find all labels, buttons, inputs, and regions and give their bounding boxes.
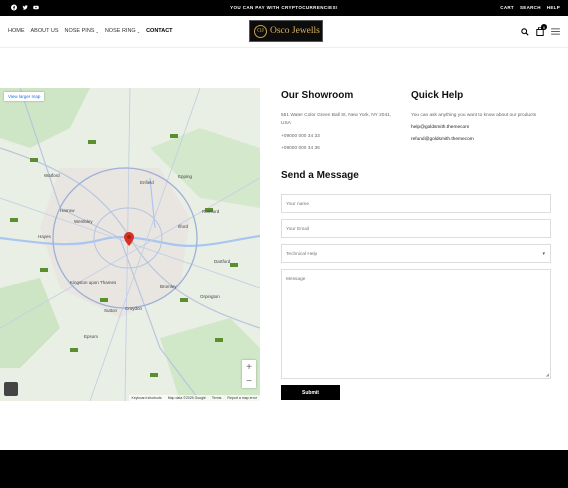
announcement-bar: YOU CAN PAY WITH CRYPTOCURRENCIES! CART … <box>0 0 568 16</box>
map-label: Epping <box>178 174 193 179</box>
street-view-icon[interactable] <box>4 382 18 396</box>
send-message-title: Send a Message <box>281 170 359 181</box>
top-link-cart[interactable]: CART <box>500 5 514 10</box>
header-icons: 0 <box>521 24 560 36</box>
map-label: Harrow <box>60 208 75 213</box>
terms-link[interactable]: Terms <box>212 396 222 400</box>
map-label: Ilford <box>178 224 189 229</box>
map-data-text: Map data ©2025 Google <box>167 396 206 400</box>
keyboard-shortcuts-link[interactable]: Keyboard shortcuts <box>132 396 162 400</box>
showroom-address: 551 Water Color Green Ball St, New York,… <box>281 113 392 126</box>
quick-help-title: Quick Help <box>411 90 464 101</box>
showroom-phone-2[interactable]: +09000 000 34 36 <box>281 145 320 153</box>
zoom-out-button[interactable]: − <box>242 374 256 388</box>
google-map[interactable]: Watford Harrow Wembley Hayes Romford Cro… <box>0 88 260 401</box>
map-label: Enfield <box>140 180 154 185</box>
map-label: Sutton <box>104 308 118 313</box>
report-error-link[interactable]: Report a map error <box>227 396 257 400</box>
top-link-search[interactable]: SEARCH <box>520 5 541 10</box>
showroom-phone-1[interactable]: +09000 000 34 33 <box>281 133 320 141</box>
menu-icon[interactable] <box>551 28 560 35</box>
nav-label: HOME <box>8 28 25 34</box>
bag-icon[interactable]: 0 <box>536 24 547 36</box>
subject-selected-value: Technical Help <box>286 252 318 257</box>
chevron-down-icon: ⌄ <box>95 28 99 34</box>
site-logo[interactable]: OJ Osco Jewells <box>249 20 323 42</box>
top-link-help[interactable]: HELP <box>547 5 560 10</box>
main-nav: HOME ABOUT US NOSE PINS ⌄ NOSE RING ⌄ CONT… <box>8 28 173 34</box>
map-label: Bromley <box>160 284 177 289</box>
map-label: Romford <box>202 209 220 214</box>
nav-label: ABOUT US <box>30 28 59 34</box>
email-input[interactable]: Your Email <box>281 219 551 238</box>
nav-item-home[interactable]: HOME <box>8 28 25 34</box>
logo-mark: OJ <box>254 24 267 38</box>
nav-label: CONTACT <box>146 28 173 34</box>
map-attribution: Keyboard shortcuts Map data ©2025 Google… <box>128 395 260 401</box>
message-placeholder: Message <box>286 277 306 282</box>
map-label: Watford <box>44 173 60 178</box>
map-label: Kingston upon Thames <box>70 280 117 285</box>
subject-select[interactable]: Technical Help ▾ <box>281 244 551 263</box>
nav-item-contact[interactable]: CONTACT <box>146 28 172 34</box>
help-email-link[interactable]: help@goldsmith.themecom <box>411 124 469 132</box>
site-header: HOME ABOUT US NOSE PINS ⌄ NOSE RING ⌄ CONT… <box>0 16 568 48</box>
top-links: CART SEARCH HELP <box>500 5 560 10</box>
map-label: Hayes <box>38 234 52 239</box>
resize-handle-icon[interactable]: ◢ <box>546 372 549 377</box>
nav-item-nose-ring[interactable]: NOSE RING ⌄ <box>105 28 140 34</box>
map-label: Orpington <box>200 294 220 299</box>
search-icon[interactable] <box>521 27 529 36</box>
message-textarea[interactable]: Message ◢ <box>281 269 551 379</box>
nav-item-about-us[interactable]: ABOUT US <box>31 28 59 34</box>
logo-text: Osco Jewells <box>270 26 320 36</box>
view-larger-map-link[interactable]: View larger map <box>4 92 45 101</box>
map-zoom-controls: + − <box>242 360 256 388</box>
map-label: Epsom <box>84 334 98 339</box>
name-input[interactable]: Your name <box>281 194 551 213</box>
chevron-down-icon: ▾ <box>542 251 545 257</box>
refund-email-link[interactable]: refund@goldsmith.themecom <box>411 136 474 144</box>
submit-button[interactable]: Submit <box>281 385 340 400</box>
chevron-down-icon: ⌄ <box>136 28 141 34</box>
map-label: Wembley <box>74 219 93 224</box>
map-label: Dartford <box>214 259 231 264</box>
promo-text: YOU CAN PAY WITH CRYPTOCURRENCIES! <box>230 5 338 10</box>
map-label: Croydon <box>125 306 143 311</box>
map-pin-icon[interactable] <box>124 232 134 251</box>
nav-label: NOSE RING <box>104 28 136 34</box>
zoom-in-button[interactable]: + <box>242 360 256 374</box>
nav-item-nose-pins[interactable]: NOSE PINS ⌄ <box>65 28 99 34</box>
cart-count-badge: 0 <box>541 24 547 30</box>
nav-label: NOSE PINS <box>64 28 95 34</box>
showroom-title: Our Showroom <box>281 90 354 101</box>
quick-help-text: You can ask anything you want to know ab… <box>411 113 537 118</box>
site-footer <box>0 450 568 488</box>
